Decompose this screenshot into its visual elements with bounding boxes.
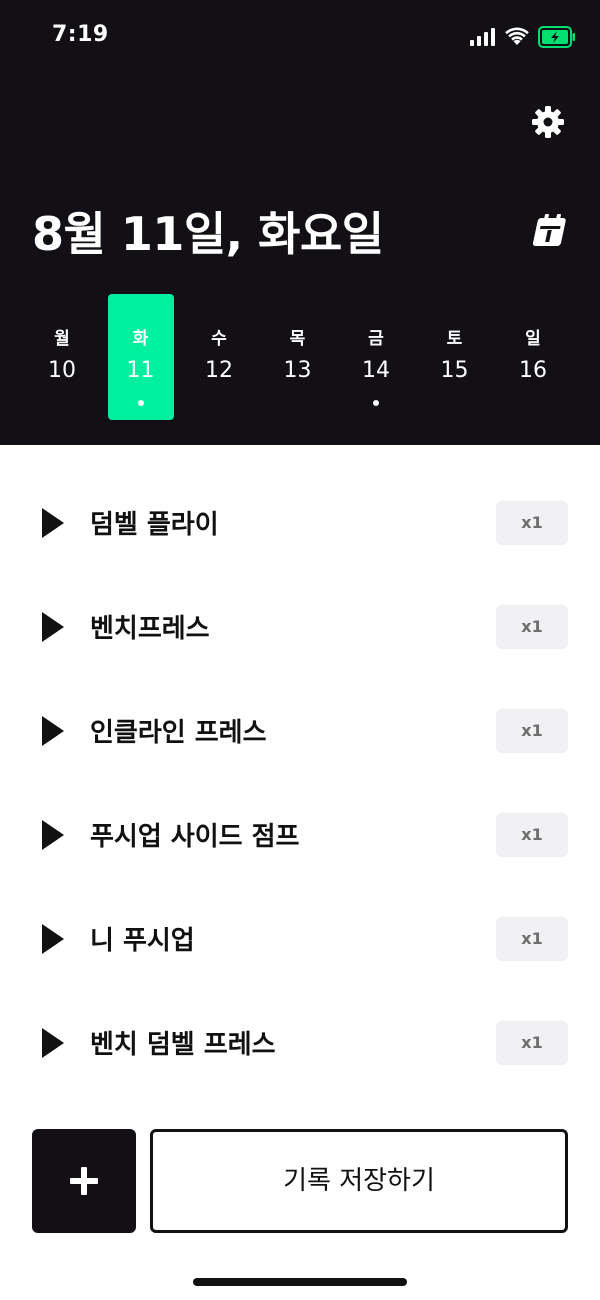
gear-icon[interactable]: [530, 104, 566, 140]
day-12[interactable]: 수 12: [186, 294, 252, 420]
signal-icon: [470, 28, 495, 46]
exercise-name: 니 푸시업: [90, 926, 195, 956]
day-16[interactable]: 일 16: [500, 294, 566, 420]
day-name: 수: [211, 329, 227, 349]
exercise-name: 벤치프레스: [90, 614, 210, 644]
exercise-row[interactable]: 푸시업 사이드 점프 x1: [0, 782, 600, 886]
day-13[interactable]: 목 13: [265, 294, 331, 420]
save-record-button[interactable]: 기록 저장하기: [150, 1129, 568, 1233]
day-number: 10: [48, 358, 76, 383]
play-icon[interactable]: [40, 818, 66, 852]
set-count-badge[interactable]: x1: [496, 501, 568, 545]
add-button[interactable]: [32, 1129, 136, 1233]
play-icon[interactable]: [40, 714, 66, 748]
exercise-name: 덤벨 플라이: [90, 510, 219, 540]
exercise-row[interactable]: 니 푸시업 x1: [0, 886, 600, 990]
date-title: 8월 11일, 화요일: [32, 207, 384, 261]
day-number: 15: [440, 358, 469, 383]
day-number: 16: [519, 358, 547, 383]
day-number: 12: [205, 358, 233, 383]
day-name: 토: [446, 329, 463, 349]
play-icon[interactable]: [40, 1026, 66, 1060]
exercise-name: 푸시업 사이드 점프: [90, 822, 300, 852]
day-name: 월: [54, 329, 70, 349]
day-name: 금: [368, 329, 384, 349]
exercise-row[interactable]: 인클라인 프레스 x1: [0, 678, 600, 782]
day-10[interactable]: 월 10: [29, 294, 95, 420]
calendar-icon[interactable]: [530, 210, 568, 250]
play-icon[interactable]: [40, 506, 66, 540]
exercise-name: 인클라인 프레스: [90, 718, 267, 748]
record-dot: [373, 400, 379, 406]
record-dot: [137, 400, 144, 406]
plus-icon: [70, 1167, 98, 1195]
header: 7:19 8월 11일, 화요일 월 10 화 11 수 12 목 13 금 1…: [0, 0, 600, 445]
day-number: 13: [283, 358, 312, 383]
play-icon[interactable]: [40, 922, 66, 956]
day-number: 11: [126, 358, 155, 383]
battery-icon: [538, 26, 575, 48]
exercise-row[interactable]: 덤벨 플라이 x1: [0, 470, 600, 574]
week-strip: 월 10 화 11 수 12 목 13 금 14 토 15 일 16: [24, 294, 576, 420]
home-indicator: [193, 1278, 407, 1286]
day-14[interactable]: 금 14: [343, 294, 409, 420]
exercise-row[interactable]: 벤치프레스 x1: [0, 574, 600, 678]
day-11[interactable]: 화 11: [107, 294, 174, 420]
set-count-badge[interactable]: x1: [496, 813, 568, 857]
exercise-name: 벤치 덤벨 프레스: [90, 1030, 276, 1060]
day-15[interactable]: 토 15: [422, 294, 488, 420]
day-name: 일: [525, 329, 541, 349]
wifi-icon: [505, 27, 529, 45]
day-number: 14: [362, 358, 390, 383]
set-count-badge[interactable]: x1: [496, 917, 568, 961]
status-bar: 7:19: [0, 0, 600, 80]
status-time: 7:19: [52, 22, 109, 47]
exercise-row[interactable]: 벤치 덤벨 프레스 x1: [0, 990, 600, 1094]
set-count-badge[interactable]: x1: [496, 709, 568, 753]
day-name: 목: [289, 329, 306, 349]
set-count-badge[interactable]: x1: [496, 605, 568, 649]
play-icon[interactable]: [40, 610, 66, 644]
set-count-badge[interactable]: x1: [496, 1021, 568, 1065]
day-name: 화: [132, 329, 149, 349]
